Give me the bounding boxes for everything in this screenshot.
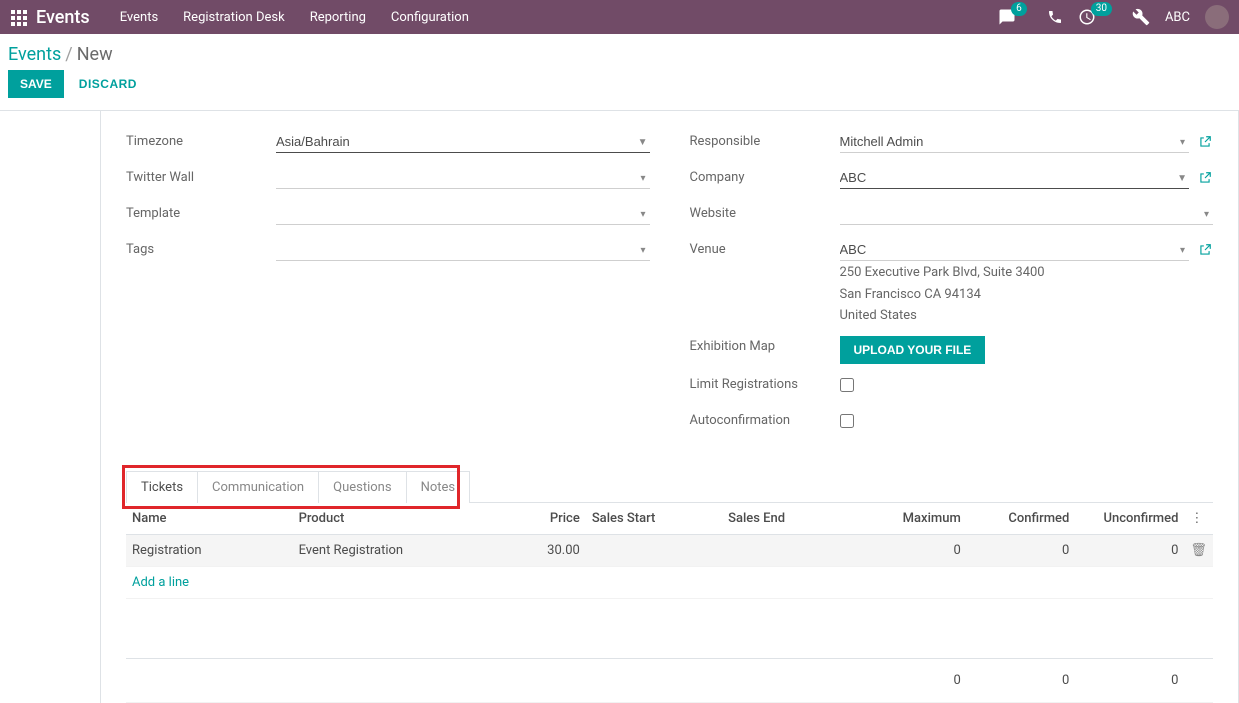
autoconfirmation-checkbox[interactable] [840, 414, 854, 428]
add-line-button[interactable]: Add a line [132, 575, 189, 590]
menu-configuration[interactable]: Configuration [391, 10, 469, 25]
user-menu[interactable]: ABC [1165, 10, 1190, 25]
chat-badge: 6 [1011, 2, 1027, 16]
template-label: Template [126, 203, 276, 221]
breadcrumb-current: New [77, 44, 113, 65]
col-product[interactable]: Product [293, 503, 517, 535]
limit-registrations-label: Limit Registrations [690, 374, 840, 392]
menu-registration-desk[interactable]: Registration Desk [183, 10, 285, 25]
add-line-row: Add a line [126, 566, 1213, 598]
control-panel: SAVE DISCARD [0, 70, 1239, 111]
external-link-icon[interactable] [1197, 134, 1213, 150]
activity-badge: 30 [1091, 2, 1112, 16]
col-sales-end[interactable]: Sales End [722, 503, 858, 535]
col-sales-start[interactable]: Sales Start [586, 503, 722, 535]
cell-unconfirmed[interactable]: 0 [1075, 534, 1184, 566]
cell-confirmed[interactable]: 0 [967, 534, 1076, 566]
timezone-field[interactable] [276, 131, 650, 153]
col-maximum[interactable]: Maximum [858, 503, 966, 535]
upload-file-button[interactable]: UPLOAD YOUR FILE [840, 336, 986, 364]
cell-name[interactable]: Registration [126, 534, 293, 566]
venue-address-line3: United States [840, 306, 1190, 326]
activity-icon[interactable]: 30 [1078, 8, 1117, 26]
tickets-table: Name Product Price Sales Start Sales End… [126, 503, 1213, 703]
main-menu: Events Registration Desk Reporting Confi… [120, 10, 469, 25]
messaging-icon[interactable]: 6 [998, 8, 1032, 26]
venue-field[interactable] [840, 239, 1190, 261]
totals-row: 0 0 0 [126, 658, 1213, 702]
avatar[interactable] [1205, 5, 1229, 29]
responsible-field[interactable] [840, 131, 1190, 153]
debug-icon[interactable] [1132, 8, 1150, 26]
venue-address-line1: 250 Executive Park Blvd, Suite 3400 [840, 263, 1190, 283]
timezone-label: Timezone [126, 131, 276, 149]
breadcrumb: Events / New [0, 34, 1239, 70]
col-unconfirmed[interactable]: Unconfirmed [1075, 503, 1184, 535]
limit-registrations-checkbox[interactable] [840, 378, 854, 392]
col-price[interactable]: Price [517, 503, 586, 535]
twitter-wall-field[interactable] [276, 167, 650, 189]
phone-icon[interactable] [1047, 9, 1063, 25]
menu-events[interactable]: Events [120, 10, 158, 25]
discard-button[interactable]: DISCARD [79, 77, 137, 91]
company-field[interactable] [840, 167, 1190, 189]
cell-price[interactable]: 30.00 [517, 534, 586, 566]
tab-questions[interactable]: Questions [319, 471, 406, 503]
venue-address-line2: San Francisco CA 94134 [840, 285, 1190, 305]
company-label: Company [690, 167, 840, 185]
table-row[interactable]: Registration Event Registration 30.00 0 … [126, 534, 1213, 566]
total-confirmed: 0 [967, 658, 1076, 702]
external-link-icon[interactable] [1197, 170, 1213, 186]
total-unconfirmed: 0 [1075, 658, 1184, 702]
tags-field[interactable] [276, 239, 650, 261]
twitter-wall-label: Twitter Wall [126, 167, 276, 185]
tab-communication[interactable]: Communication [198, 471, 319, 503]
menu-reporting[interactable]: Reporting [310, 10, 366, 25]
cell-end[interactable] [722, 534, 858, 566]
col-name[interactable]: Name [126, 503, 293, 535]
apps-icon[interactable] [10, 9, 26, 25]
cell-product[interactable]: Event Registration [293, 534, 517, 566]
form-left-col: Timezone ▼ Twitter Wall ▾ Template ▾ [126, 131, 650, 446]
exhibition-map-label: Exhibition Map [690, 336, 840, 354]
top-nav: Events Events Registration Desk Reportin… [0, 0, 1239, 34]
external-link-icon[interactable] [1197, 242, 1213, 258]
tags-label: Tags [126, 239, 276, 257]
responsible-label: Responsible [690, 131, 840, 149]
cell-start[interactable] [586, 534, 722, 566]
website-label: Website [690, 203, 840, 221]
nav-systray: 6 30 ABC [998, 5, 1229, 29]
trash-icon[interactable]: 🗑 [1190, 543, 1207, 558]
tab-tickets[interactable]: Tickets [126, 471, 198, 503]
tab-bar: Tickets Communication Questions Notes [126, 471, 1213, 503]
cell-max[interactable]: 0 [858, 534, 966, 566]
form-right-col: Responsible ▾ Company ▼ Website [690, 131, 1214, 446]
total-max: 0 [858, 658, 966, 702]
col-confirmed[interactable]: Confirmed [967, 503, 1076, 535]
save-button[interactable]: SAVE [8, 70, 64, 98]
notebook: Tickets Communication Questions Notes Na… [126, 471, 1213, 703]
tab-notes[interactable]: Notes [407, 471, 471, 503]
venue-label: Venue [690, 239, 840, 257]
breadcrumb-root[interactable]: Events [8, 44, 61, 65]
autoconfirmation-label: Autoconfirmation [690, 410, 840, 428]
optional-columns-icon[interactable]: ⋮ [1190, 511, 1203, 526]
template-field[interactable] [276, 203, 650, 225]
breadcrumb-sep: / [65, 44, 72, 65]
website-field[interactable] [840, 203, 1214, 225]
app-brand[interactable]: Events [36, 7, 90, 28]
form-sheet: Timezone ▼ Twitter Wall ▾ Template ▾ [100, 111, 1239, 703]
